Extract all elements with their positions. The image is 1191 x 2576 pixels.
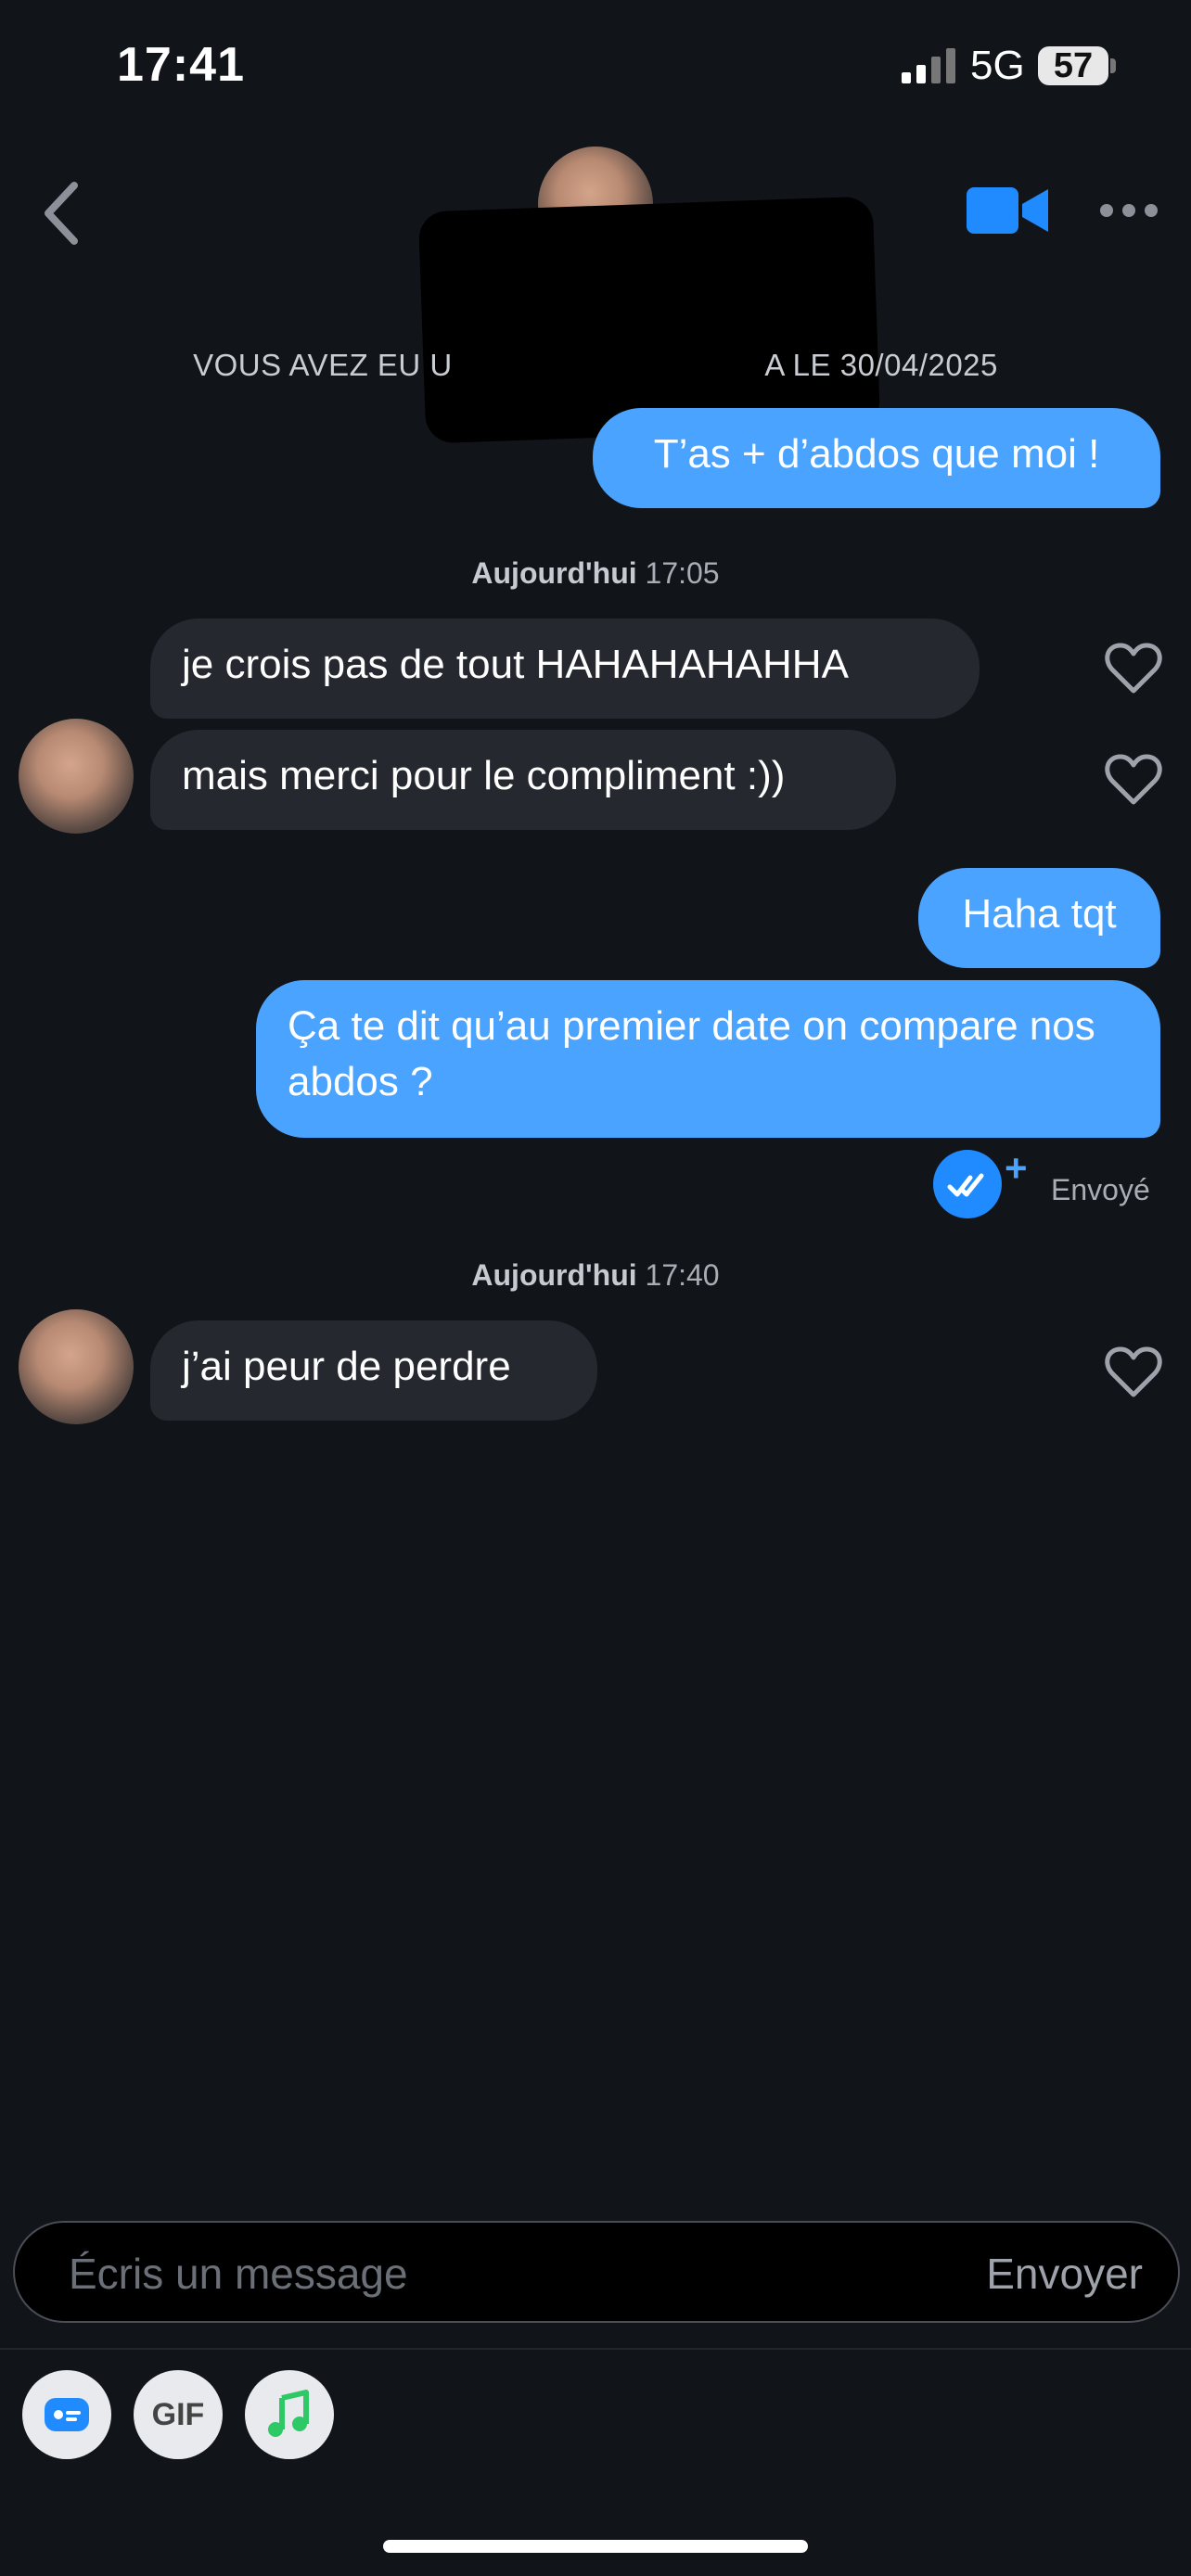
- ellipsis-icon[interactable]: [1098, 197, 1159, 224]
- timestamp: Aujourd'hui 17:40: [0, 1258, 1191, 1293]
- message-composer[interactable]: Écris un message Envoyer: [13, 2221, 1180, 2323]
- message-bubble-sent[interactable]: T’as + d’abdos que moi !: [593, 408, 1160, 508]
- redaction-block: [417, 196, 881, 444]
- toolbar-divider: [0, 2348, 1191, 2350]
- sent-status: Envoyé: [1051, 1173, 1150, 1206]
- status-time: 17:41: [117, 38, 245, 92]
- heart-icon[interactable]: [1105, 1345, 1162, 1398]
- heart-icon[interactable]: [1105, 641, 1162, 695]
- timestamp-day: Aujourd'hui: [471, 556, 637, 590]
- message-bubble-received[interactable]: mais merci pour le compliment :)): [150, 730, 896, 830]
- music-button[interactable]: [245, 2370, 334, 2459]
- message-bubble-sent[interactable]: Haha tqt: [918, 868, 1160, 968]
- sticker-button[interactable]: [22, 2370, 111, 2459]
- message-bubble-received[interactable]: j’ai peur de perdre: [150, 1320, 597, 1421]
- heart-icon[interactable]: [1105, 752, 1162, 806]
- chevron-left-icon[interactable]: [35, 176, 91, 250]
- gif-button[interactable]: GIF: [134, 2370, 223, 2459]
- message-bubble-sent[interactable]: Ça te dit qu’au premier date on compare …: [256, 980, 1160, 1138]
- battery-nub: [1110, 58, 1116, 73]
- network-type: 5G: [970, 43, 1025, 88]
- timestamp-time: 17:40: [645, 1258, 720, 1292]
- music-note-icon: [268, 2390, 309, 2437]
- timestamp-time: 17:05: [645, 556, 720, 590]
- home-indicator[interactable]: [383, 2540, 808, 2553]
- video-camera-icon[interactable]: [967, 184, 1048, 237]
- battery-indicator: 57: [1038, 46, 1108, 85]
- read-receipt-plus[interactable]: +: [1005, 1146, 1028, 1191]
- message-bubble-received[interactable]: je crois pas de tout HAHAHAHAHHA: [150, 618, 980, 719]
- send-button[interactable]: Envoyer: [986, 2249, 1143, 2299]
- timestamp: Aujourd'hui 17:05: [0, 556, 1191, 591]
- signal-icon: [902, 48, 955, 83]
- match-notice: VOUS AVEZ EU U A LE 30/04/2025: [193, 348, 998, 382]
- double-check-icon: [933, 1150, 1002, 1218]
- timestamp-day: Aujourd'hui: [471, 1258, 637, 1292]
- contact-avatar[interactable]: [19, 719, 134, 834]
- sticker-icon: [45, 2398, 89, 2431]
- message-input[interactable]: Écris un message: [69, 2249, 408, 2299]
- contact-avatar[interactable]: [19, 1309, 134, 1424]
